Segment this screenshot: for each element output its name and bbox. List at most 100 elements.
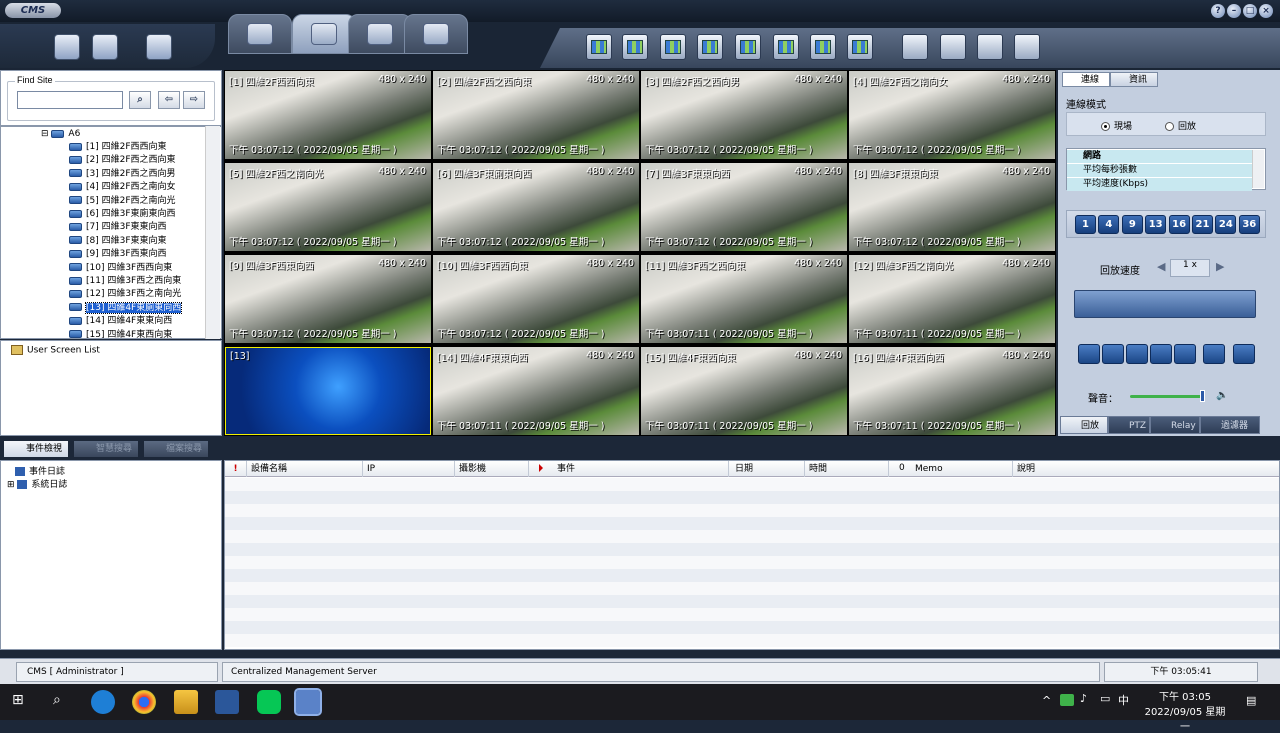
table-row[interactable]	[225, 504, 1279, 517]
volume-knob[interactable]	[1200, 390, 1205, 402]
table-row[interactable]	[225, 634, 1279, 647]
tree-item[interactable]: [9] 四維3F西東向西	[69, 248, 167, 261]
network-icon[interactable]: ▭	[1100, 692, 1110, 705]
camera-view[interactable]: [10] 四維3F西西向東 480 x 240 下午 03:07:12 ( 2022…	[433, 255, 639, 343]
search-icon[interactable]: ⌕	[129, 91, 151, 109]
split-21-button[interactable]: 21	[1192, 215, 1213, 234]
audio-icon[interactable]	[1174, 344, 1196, 364]
layout-13-icon[interactable]	[697, 34, 723, 60]
tray-chevron-icon[interactable]: ^	[1042, 694, 1051, 707]
camera-view[interactable]: [12] 四維3F西之南向光 480 x 240 下午 03:07:11 ( 202…	[849, 255, 1055, 343]
camera-view[interactable]: [6] 四維3F東廁東向西 480 x 240 下午 03:07:12 ( 2022…	[433, 163, 639, 251]
tab-filter[interactable]: 過濾器	[1200, 416, 1260, 434]
zoom-icon[interactable]	[1102, 344, 1124, 364]
edge-icon[interactable]	[91, 690, 115, 714]
user-screen-list[interactable]: User Screen List	[11, 345, 100, 356]
tree-item[interactable]: [4] 四維2F西之南向女	[69, 181, 176, 194]
playback-controls[interactable]	[1074, 290, 1256, 318]
camera-view[interactable]: [1] 四維2F西西向東 480 x 240 下午 03:07:12 ( 2022/…	[225, 71, 431, 159]
split-1-button[interactable]: 1	[1075, 215, 1096, 234]
tab-info[interactable]: 資訊	[1110, 72, 1158, 87]
layout-36-icon[interactable]	[847, 34, 873, 60]
camera-view[interactable]: [4] 四維2F西之南向女 480 x 240 下午 03:07:12 ( 2022…	[849, 71, 1055, 159]
ime-indicator[interactable]: 中	[1118, 692, 1129, 708]
tab-playback-panel[interactable]: 回放	[1060, 416, 1108, 434]
word-icon[interactable]	[215, 690, 239, 714]
col-date[interactable]: 日期	[729, 461, 805, 477]
radio-playback[interactable]: 回放	[1165, 119, 1196, 132]
tab-event-view[interactable]: 事件檢視	[4, 441, 69, 457]
maximize-button[interactable]: □	[1243, 4, 1257, 18]
network-icon[interactable]	[1203, 344, 1225, 364]
tab-connection[interactable]: 連線	[1062, 72, 1110, 87]
volume-icon[interactable]: ♪	[1080, 692, 1087, 705]
tray-app-icon[interactable]	[1060, 694, 1074, 706]
split-36-button[interactable]: 36	[1238, 215, 1260, 234]
tree-item[interactable]: [15] 四維4F東西向東	[69, 329, 172, 338]
tree-item[interactable]: [5] 四維2F西之南向光	[69, 195, 176, 208]
tree-item[interactable]: [8] 四維3F東東向東	[69, 235, 167, 248]
tree-item[interactable]: [13] 四維4F東廁東向西	[69, 301, 183, 315]
arrow-right-icon[interactable]: ⇨	[183, 91, 205, 109]
layout-16-icon[interactable]	[735, 34, 761, 60]
tree-item[interactable]: [6] 四維3F東廁東向西	[69, 208, 176, 221]
disconnect-icon[interactable]	[1233, 344, 1255, 364]
camera-view[interactable]: [8] 四維3F東東向東 480 x 240 下午 03:07:12 ( 2022/…	[849, 163, 1055, 251]
windows-start-icon[interactable]: ⊞	[12, 692, 24, 708]
table-row[interactable]	[225, 556, 1279, 569]
tree-scrollbar[interactable]	[205, 126, 220, 339]
film-all-icon[interactable]	[940, 34, 966, 60]
speed-down-icon[interactable]: ◀	[1157, 260, 1165, 273]
pin-icon[interactable]	[54, 34, 80, 60]
tab-monitor[interactable]	[228, 14, 292, 54]
close-button[interactable]: ×	[1259, 4, 1273, 18]
tree-item[interactable]: [7] 四維3F東東向西	[69, 221, 167, 234]
cms-app-icon[interactable]	[294, 688, 322, 716]
camera-view[interactable]: [13]	[225, 347, 431, 435]
col-memo[interactable]: Memo	[889, 461, 1013, 477]
speaker-icon[interactable]: 🔈	[1216, 390, 1228, 401]
split-4-button[interactable]: 4	[1098, 215, 1120, 234]
notification-icon[interactable]: ▤	[1246, 694, 1256, 707]
col-event[interactable]: 事件	[529, 461, 729, 477]
camera-view[interactable]: [2] 四維2F西之西向東 480 x 240 下午 03:07:12 ( 2022…	[433, 71, 639, 159]
layout-1-icon[interactable]	[586, 34, 612, 60]
help-button[interactable]: ?	[1211, 4, 1225, 18]
settings-icon[interactable]	[92, 34, 118, 60]
tab-live-view[interactable]	[292, 14, 356, 54]
print-icon[interactable]	[1126, 344, 1148, 364]
col-description[interactable]: 說明	[1013, 461, 1279, 477]
table-row[interactable]	[225, 478, 1279, 491]
search-icon[interactable]: ⌕	[53, 692, 61, 708]
minimize-button[interactable]: –	[1227, 4, 1241, 18]
layout-24-icon[interactable]	[810, 34, 836, 60]
camera-view[interactable]: [14] 四維4F東東向西 480 x 240 下午 03:07:11 ( 2022…	[433, 347, 639, 435]
speed-up-icon[interactable]: ▶	[1216, 260, 1224, 273]
split-16-button[interactable]: 16	[1168, 215, 1190, 234]
table-row[interactable]	[225, 569, 1279, 582]
table-row[interactable]	[225, 621, 1279, 634]
split-9-button[interactable]: 9	[1121, 215, 1143, 234]
chrome-icon[interactable]	[132, 690, 156, 714]
log-tree-item[interactable]: ⊞ 系統日誌	[7, 477, 67, 490]
tree-item[interactable]: [2] 四維2F西之西向東	[69, 154, 176, 167]
tree-item[interactable]: [14] 四維4F東東向西	[69, 315, 172, 328]
film-icon[interactable]	[902, 34, 928, 60]
tree-item[interactable]: [3] 四維2F西之西向男	[69, 168, 176, 181]
line-icon[interactable]	[257, 690, 281, 714]
layout-4-icon[interactable]	[622, 34, 648, 60]
tree-item[interactable]: [11] 四維3F西之西向東	[69, 275, 181, 288]
tree-item[interactable]: [10] 四維3F西西向東	[69, 262, 172, 275]
taskbar-date[interactable]: 2022/09/05 星期一	[1140, 703, 1230, 733]
table-row[interactable]	[225, 517, 1279, 530]
layout-9-icon[interactable]	[660, 34, 686, 60]
volume-slider[interactable]	[1130, 395, 1205, 398]
split-13-button[interactable]: 13	[1145, 215, 1167, 234]
snapshot-icon[interactable]	[1078, 344, 1100, 364]
tab-playback[interactable]	[348, 14, 412, 54]
camera-view[interactable]: [7] 四維3F東東向西 480 x 240 下午 03:07:12 ( 2022/…	[641, 163, 847, 251]
tree-item[interactable]: [12] 四維3F西之南向光	[69, 288, 181, 301]
log-tree-item[interactable]: 事件日誌	[15, 464, 65, 477]
net-scrollbar[interactable]	[1252, 150, 1264, 188]
camera-view[interactable]: [5] 四維2F西之南向光 480 x 240 下午 03:07:12 ( 2022…	[225, 163, 431, 251]
